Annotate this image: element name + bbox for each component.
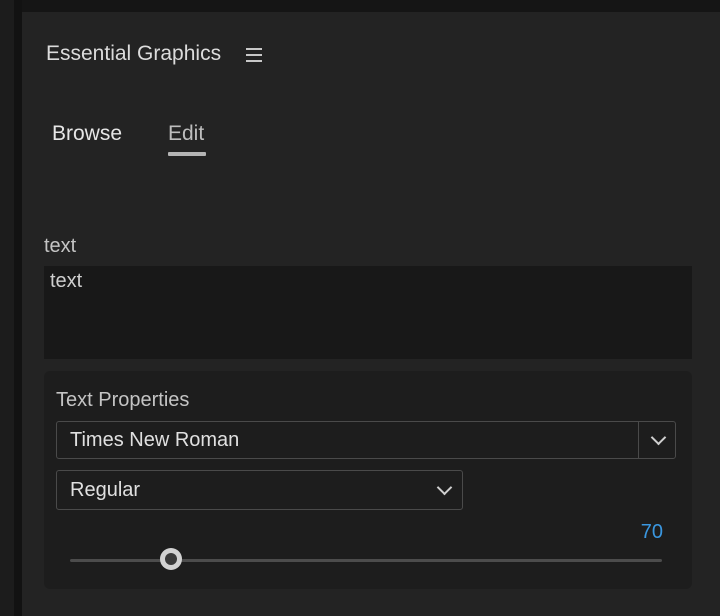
- font-family-dropdown[interactable]: Times New Roman: [56, 421, 676, 459]
- active-tab-indicator: [168, 152, 206, 156]
- font-size-slider-track[interactable]: [70, 559, 662, 562]
- left-panel-edge: [0, 0, 14, 616]
- text-properties-title: Text Properties: [56, 389, 190, 411]
- dropdown-separator: [638, 422, 639, 458]
- tab-edit[interactable]: Edit: [168, 122, 204, 146]
- font-style-value: Regular: [70, 479, 141, 501]
- panel-top-border: [22, 0, 720, 12]
- font-family-value: Times New Roman: [70, 429, 240, 451]
- slider-knob-center: [164, 553, 177, 565]
- chevron-down-icon[interactable]: [650, 429, 667, 446]
- panel-divider[interactable]: [14, 0, 22, 616]
- tab-browse[interactable]: Browse: [52, 122, 122, 146]
- source-text-field[interactable]: text: [44, 266, 692, 359]
- font-size-value[interactable]: 70: [641, 521, 663, 544]
- text-properties-section: Text Properties Times New Roman Regular …: [44, 371, 692, 589]
- panel-title: Essential Graphics: [46, 42, 222, 65]
- font-style-dropdown[interactable]: Regular: [56, 470, 463, 510]
- hamburger-menu-icon[interactable]: [246, 48, 262, 62]
- chevron-down-icon: [436, 479, 453, 496]
- essential-graphics-panel: Essential Graphics Browse Edit text text…: [22, 12, 720, 616]
- font-size-slider-knob[interactable]: [159, 548, 182, 570]
- layer-name-label: text: [44, 235, 77, 257]
